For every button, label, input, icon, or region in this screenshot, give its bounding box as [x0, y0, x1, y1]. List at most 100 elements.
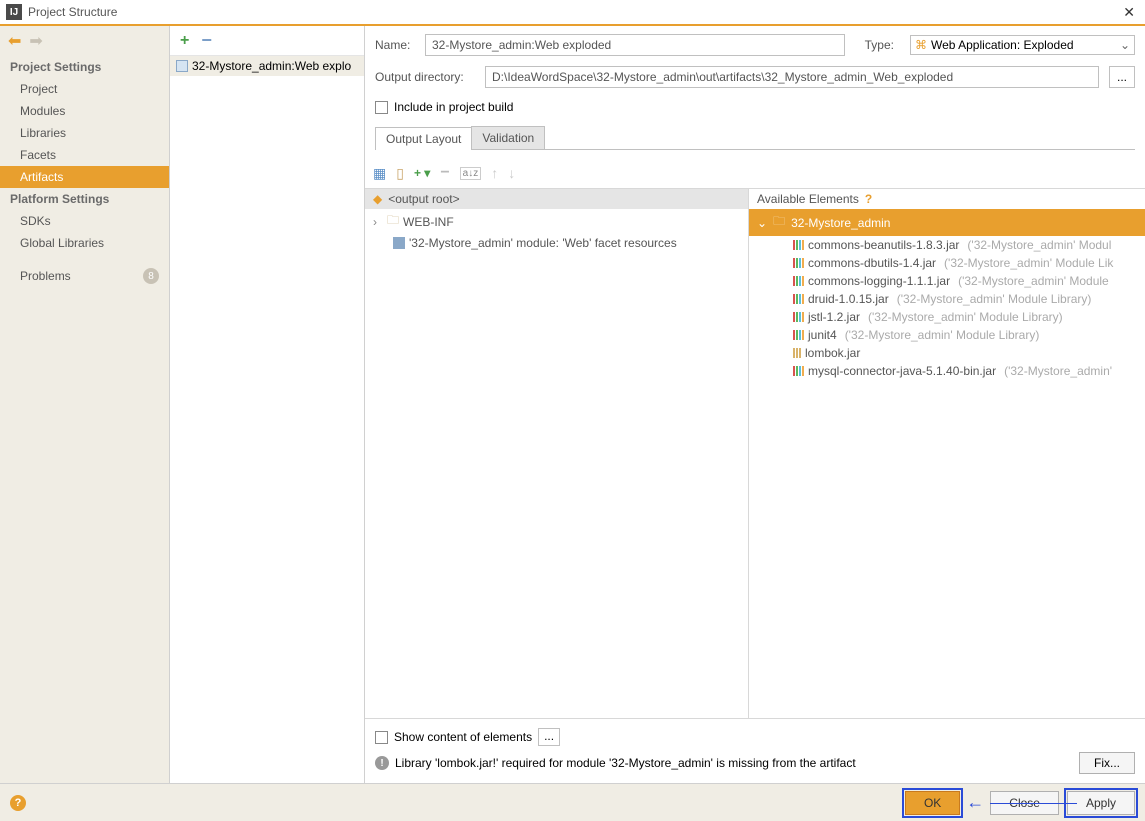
- library-row[interactable]: junit4('32-Mystore_admin' Module Library…: [749, 326, 1145, 344]
- tabs: Output Layout Validation: [375, 126, 1135, 150]
- add-icon[interactable]: + ▾: [414, 166, 430, 180]
- project-label: 32-Mystore_admin: [791, 216, 890, 230]
- sidebar-item-sdks[interactable]: SDKs: [0, 210, 169, 232]
- library-name: mysql-connector-java-5.1.40-bin.jar: [808, 364, 996, 378]
- warning-text: Library 'lombok.jar!' required for modul…: [395, 756, 856, 770]
- window-title: Project Structure: [28, 5, 117, 19]
- new-folder-icon[interactable]: ▦: [373, 165, 386, 182]
- help-button[interactable]: ?: [10, 795, 26, 811]
- forward-icon[interactable]: ➡: [29, 31, 42, 51]
- sidebar-item-problems[interactable]: Problems 8: [0, 264, 169, 288]
- add-artifact-icon[interactable]: +: [180, 32, 189, 50]
- remove-artifact-icon[interactable]: −: [201, 30, 212, 51]
- output-root-label: <output root>: [388, 192, 459, 206]
- library-row[interactable]: lombok.jar: [749, 344, 1145, 362]
- fix-button[interactable]: Fix...: [1079, 752, 1135, 774]
- module-icon: [393, 237, 405, 249]
- library-hint: ('32-Mystore_admin' Modul: [967, 238, 1111, 252]
- chevron-down-icon: ⌄: [1120, 38, 1130, 52]
- browse-button[interactable]: ...: [1109, 66, 1135, 88]
- chevron-down-icon[interactable]: ⌄: [757, 216, 767, 230]
- available-label: Available Elements: [757, 192, 859, 206]
- library-hint: ('32-Mystore_admin' Module Library): [868, 310, 1063, 324]
- library-name: commons-beanutils-1.8.3.jar: [808, 238, 959, 252]
- up-icon[interactable]: ↑: [491, 165, 498, 181]
- name-label: Name:: [375, 38, 415, 52]
- sidebar-item-libraries[interactable]: Libraries: [0, 122, 169, 144]
- sidebar-item-project[interactable]: Project: [0, 78, 169, 100]
- problems-count-badge: 8: [143, 268, 159, 284]
- app-icon: IJ: [6, 4, 22, 20]
- gift-icon: ⌘: [915, 38, 927, 52]
- sidebar-item-facets[interactable]: Facets: [0, 144, 169, 166]
- sidebar-item-global-libraries[interactable]: Global Libraries: [0, 232, 169, 254]
- jar-icon: [793, 276, 804, 286]
- jar-icon: [793, 366, 804, 376]
- down-icon[interactable]: ↓: [508, 165, 515, 181]
- root-icon: ◆: [373, 192, 382, 206]
- library-hint: ('32-Mystore_admin' Module Lik: [944, 256, 1113, 270]
- library-row[interactable]: commons-beanutils-1.8.3.jar ('32-Mystore_…: [749, 236, 1145, 254]
- jar-icon: [793, 240, 804, 250]
- output-root-row[interactable]: ◆ <output root>: [365, 189, 748, 209]
- name-input[interactable]: [425, 34, 845, 56]
- artifact-list-panel: + − 32-Mystore_admin:Web explo: [170, 26, 365, 783]
- library-name: commons-logging-1.1.1.jar: [808, 274, 950, 288]
- help-icon[interactable]: ?: [865, 192, 872, 206]
- line-annotation: [990, 803, 1077, 805]
- library-name: druid-1.0.15.jar: [808, 292, 889, 306]
- show-content-label: Show content of elements: [394, 730, 532, 744]
- webinf-row[interactable]: › 🗀 WEB-INF: [365, 209, 748, 234]
- sidebar-item-artifacts[interactable]: Artifacts: [0, 166, 169, 188]
- artifact-icon: [176, 60, 188, 72]
- show-content-checkbox[interactable]: [375, 731, 388, 744]
- tab-validation[interactable]: Validation: [471, 126, 545, 149]
- outdir-input[interactable]: [485, 66, 1099, 88]
- artifact-toolbar: + −: [170, 26, 364, 56]
- type-label: Type:: [865, 38, 894, 52]
- close-icon[interactable]: ✕: [1119, 4, 1139, 21]
- available-header: Available Elements ?: [749, 189, 1145, 209]
- library-hint: ('32-Mystore_admin': [1004, 364, 1112, 378]
- project-settings-header: Project Settings: [0, 56, 169, 78]
- sort-icon[interactable]: a↓z: [460, 167, 482, 180]
- folder-icon: 🗀: [387, 211, 399, 232]
- apply-button[interactable]: Apply: [1067, 791, 1135, 815]
- sidebar: ⬅ ➡ Project Settings Project Modules Lib…: [0, 26, 170, 783]
- warning-icon: !: [375, 756, 389, 770]
- ellipsis-button[interactable]: ...: [538, 728, 560, 746]
- library-name: commons-dbutils-1.4.jar: [808, 256, 936, 270]
- back-icon[interactable]: ⬅: [8, 31, 21, 51]
- include-checkbox[interactable]: [375, 101, 388, 114]
- type-select[interactable]: ⌘ Web Application: Exploded ⌄: [910, 35, 1135, 55]
- expand-icon[interactable]: ›: [373, 215, 383, 229]
- library-row[interactable]: jstl-1.2.jar ('32-Mystore_admin' Module L…: [749, 308, 1145, 326]
- available-elements: Available Elements ? ⌄ 🗀 32-Mystore_admi…: [749, 189, 1145, 718]
- bottom-area: Show content of elements ... ! Library '…: [365, 718, 1145, 783]
- ok-button[interactable]: OK: [905, 791, 960, 815]
- facet-row[interactable]: '32-Mystore_admin' module: 'Web' facet r…: [365, 234, 748, 252]
- project-row[interactable]: ⌄ 🗀 32-Mystore_admin: [749, 209, 1145, 236]
- library-row[interactable]: druid-1.0.15.jar ('32-Mystore_admin' Modu…: [749, 290, 1145, 308]
- facet-label: '32-Mystore_admin' module: 'Web' facet r…: [409, 236, 677, 250]
- library-row[interactable]: commons-logging-1.1.1.jar('32-Mystore_ad…: [749, 272, 1145, 290]
- artifact-name: 32-Mystore_admin:Web explo: [192, 59, 351, 73]
- footer: ? OK ← Close Apply: [0, 783, 1145, 821]
- webinf-label: WEB-INF: [403, 215, 454, 229]
- remove-icon[interactable]: −: [440, 164, 449, 182]
- library-row[interactable]: mysql-connector-java-5.1.40-bin.jar ('32-…: [749, 362, 1145, 380]
- tab-output-layout[interactable]: Output Layout: [375, 127, 472, 150]
- jar-icon: [793, 348, 801, 358]
- jar-icon: [793, 294, 804, 304]
- library-hint: ('32-Mystore_admin' Module Library): [845, 328, 1040, 342]
- archive-icon[interactable]: ▯: [396, 165, 404, 182]
- sidebar-item-modules[interactable]: Modules: [0, 100, 169, 122]
- artifact-row[interactable]: 32-Mystore_admin:Web explo: [170, 56, 364, 76]
- problems-label: Problems: [20, 269, 71, 283]
- folder-icon: 🗀: [773, 212, 785, 233]
- library-name: jstl-1.2.jar: [808, 310, 860, 324]
- library-row[interactable]: commons-dbutils-1.4.jar ('32-Mystore_admi…: [749, 254, 1145, 272]
- library-hint: ('32-Mystore_admin' Module Library): [897, 292, 1092, 306]
- output-tree: ◆ <output root> › 🗀 WEB-INF '32-Mystore_…: [365, 189, 749, 718]
- type-value: Web Application: Exploded: [931, 38, 1074, 52]
